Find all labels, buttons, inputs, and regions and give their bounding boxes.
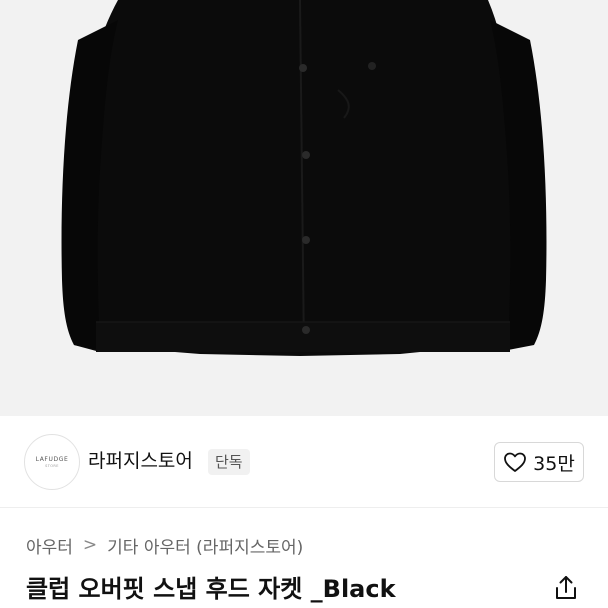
- seller-name[interactable]: 라퍼지스토어: [88, 447, 193, 475]
- exclusive-badge: 단독: [208, 449, 250, 475]
- breadcrumb-separator: >: [82, 535, 98, 555]
- breadcrumb-item-outer[interactable]: 아우터: [26, 533, 73, 558]
- like-button[interactable]: 35만: [494, 442, 584, 482]
- like-count: 35만: [533, 452, 575, 475]
- share-icon[interactable]: [552, 574, 580, 602]
- breadcrumb-item-other-outer[interactable]: 기타 아우터 (라퍼지스토어): [107, 533, 303, 558]
- breadcrumb: 아우터 > 기타 아우터 (라퍼지스토어): [26, 530, 303, 560]
- seller-row[interactable]: LAFUDGE STORE 라퍼지스토어 단독 35만: [0, 416, 608, 508]
- title-row: 클럽 오버핏 스냅 후드 자켓 _Black: [0, 570, 608, 608]
- heart-icon: [504, 452, 527, 472]
- avatar-logo-sub: STORE: [45, 464, 59, 468]
- product-image[interactable]: [0, 0, 608, 416]
- product-title: 클럽 오버핏 스냅 후드 자켓 _Black: [26, 575, 396, 603]
- avatar-logo: LAFUDGE: [35, 456, 69, 463]
- avatar[interactable]: LAFUDGE STORE: [24, 434, 80, 490]
- jacket-photo: [0, 0, 608, 416]
